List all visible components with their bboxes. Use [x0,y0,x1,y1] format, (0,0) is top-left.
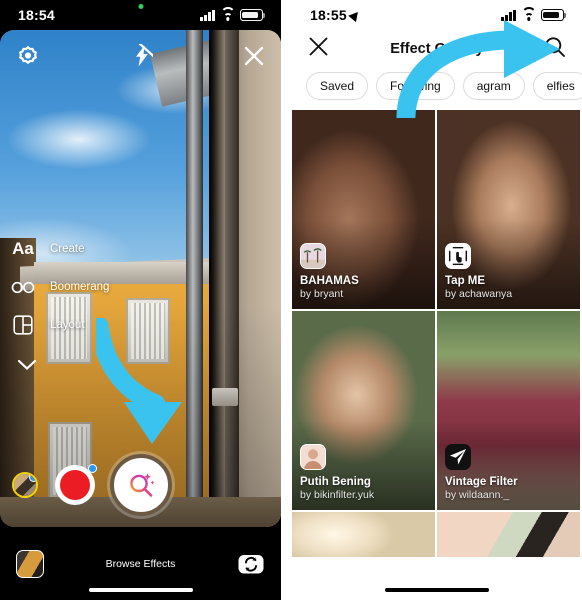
effect-preview-photo [437,512,580,557]
close-icon[interactable] [243,45,265,67]
effect-name: Putih Bening [300,475,371,488]
flash-off-icon[interactable] [131,44,153,68]
new-badge [29,474,36,482]
effect-grid: BAHAMAS by bryant Tap ME by achawanya Pu… [292,110,582,557]
status-bar-right: 18:55 [292,0,582,30]
effect-author: by wildaann._ [445,489,510,502]
effect-name: BAHAMAS [300,274,359,287]
effect-grid-row: Putih Bening by bikinfilter.yuk Vintage [292,311,582,510]
effect-name: Tap ME [445,274,486,287]
infinity-icon [10,281,36,294]
battery-icon [541,9,567,21]
effect-record-red[interactable] [55,464,97,505]
portrait-icon [300,443,326,470]
effect-carousel [0,453,281,517]
effect-search-sparkle-icon [125,469,157,501]
battery-icon [240,9,266,21]
effect-card[interactable]: Tap ME by achawanya [437,110,580,309]
close-icon[interactable] [308,36,329,62]
location-arrow-icon [348,8,362,23]
effect-author: by bikinfilter.yuk [300,489,375,502]
status-icons [200,6,266,21]
effect-card[interactable]: Putih Bening by bikinfilter.yuk [292,311,435,510]
effect-meta: BAHAMAS by bryant [300,242,427,302]
effect-name: Vintage Filter [445,475,518,488]
effect-grid-row: BAHAMAS by bryant Tap ME by achawanya [292,110,582,309]
camera-flip-icon[interactable] [237,550,265,578]
cellular-signal-icon [501,9,516,21]
tab-following[interactable]: Following [376,72,455,100]
tab-selfies[interactable]: elfies [532,72,582,100]
effect-grid-row-partial [292,512,582,557]
paper-plane-icon [445,443,471,470]
right-phone-effect-gallery: 18:55 Effect Gallery Saved Following agr… [292,0,582,600]
left-phone-camera-screen: 18:54 Aa Create Boomerang Layout Browse … [0,0,281,600]
status-time-text: 18:55 [310,7,347,23]
effect-card[interactable] [437,512,580,557]
recording-indicator-dot [138,4,143,9]
wifi-icon [220,6,235,21]
chevron-down-icon [14,359,40,371]
category-tab-bar[interactable]: Saved Following agram elfies Lov [292,68,582,110]
home-indicator [88,587,193,592]
mode-label: Create [50,243,85,255]
screenshot-root: 18:54 Aa Create Boomerang Layout Browse … [0,0,582,600]
mode-label: Layout [50,319,85,331]
effect-meta: Vintage Filter by wildaann._ [445,443,572,503]
new-badge [88,464,97,473]
layout-grid-icon [10,315,36,335]
tab-instagram[interactable]: agram [462,72,525,100]
effect-meta: Putih Bening by bikinfilter.yuk [300,443,427,503]
search-icon[interactable] [544,36,566,63]
aa-text-icon: Aa [12,239,34,258]
effect-author: by bryant [300,288,344,301]
mode-expand-more[interactable] [10,344,109,382]
page-title: Effect Gallery [390,41,484,57]
status-icons [501,6,567,21]
gallery-header: Effect Gallery [292,30,582,68]
gear-icon[interactable] [16,44,40,68]
shutter-browse-effects[interactable] [110,454,172,516]
mode-label: Boomerang [50,281,110,293]
home-indicator [385,587,489,592]
mode-layout[interactable]: Layout [10,306,109,344]
tap-hand-icon [445,242,471,269]
effect-author: by achawanya [445,288,513,301]
tab-saved[interactable]: Saved [306,72,369,100]
effect-thumb-yellow-ring[interactable] [12,472,38,498]
camera-bottom-bar: Browse Effects [0,527,281,600]
status-time: 18:55 [310,7,362,23]
effect-card[interactable] [292,512,435,557]
palm-trees-icon [300,242,326,269]
mode-boomerang[interactable]: Boomerang [10,268,109,306]
camera-mode-list: Aa Create Boomerang Layout [10,230,109,382]
wifi-icon [521,6,536,21]
camera-viewport[interactable]: Aa Create Boomerang Layout [0,30,281,527]
mode-create[interactable]: Aa Create [10,230,109,268]
effect-card[interactable]: BAHAMAS by bryant [292,110,435,309]
cellular-signal-icon [200,9,215,21]
effect-preview-photo [292,512,435,557]
status-time: 18:54 [18,7,55,23]
effect-meta: Tap ME by achawanya [445,242,572,302]
browse-effects-label[interactable]: Browse Effects [106,558,176,570]
gallery-thumbnail[interactable] [16,549,44,578]
status-bar-left: 18:54 [0,0,281,30]
camera-top-controls [0,30,281,82]
effect-card[interactable]: Vintage Filter by wildaann._ [437,311,580,510]
